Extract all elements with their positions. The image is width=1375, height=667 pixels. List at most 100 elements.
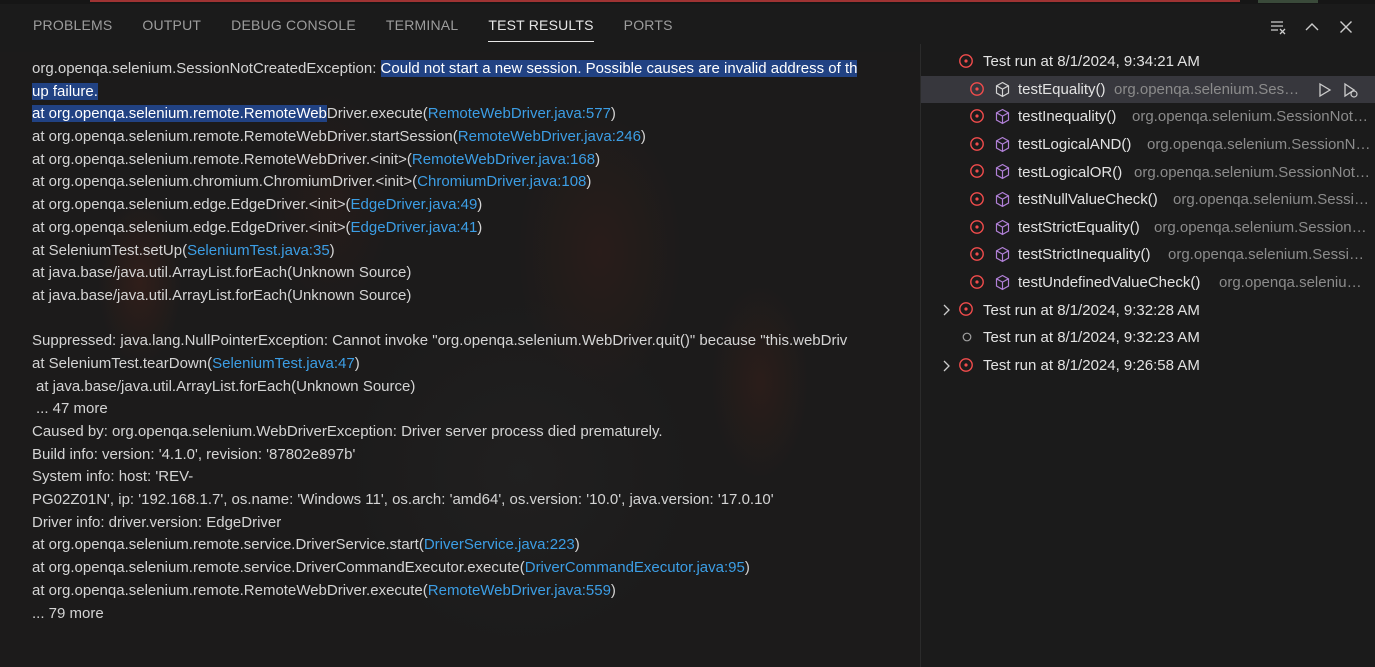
cube-icon bbox=[995, 164, 1010, 180]
tab-test-results[interactable]: TEST RESULTS bbox=[488, 14, 594, 42]
test-error-message: org.openqa.selenium.Sessi... bbox=[1114, 80, 1304, 98]
test-name: testStrictInequality() bbox=[1018, 246, 1151, 264]
test-run-item[interactable]: Test run at 8/1/2024, 9:32:23 AM bbox=[921, 324, 1375, 352]
log-line: at SeleniumTest.setUp(SeleniumTest.java:… bbox=[32, 241, 335, 259]
test-error-message: org.openqa.selenium.... bbox=[1219, 274, 1372, 292]
tab-output[interactable]: OUTPUT bbox=[142, 14, 201, 42]
cube-icon bbox=[995, 191, 1010, 208]
test-run-label: Test run at 8/1/2024, 9:34:21 AM bbox=[983, 53, 1200, 71]
log-line: at org.openqa.selenium.remote.RemoteWebD… bbox=[32, 150, 601, 168]
run-icon[interactable] bbox=[1315, 81, 1333, 99]
tab-ports[interactable]: PORTS bbox=[624, 14, 673, 42]
chevron-right-icon[interactable] bbox=[939, 303, 953, 317]
source-link[interactable]: RemoteWebDriver.java:246 bbox=[458, 128, 641, 145]
log-line: up failure. bbox=[32, 81, 906, 104]
error-circle-icon bbox=[970, 109, 984, 124]
tab-terminal[interactable]: TERMINAL bbox=[386, 14, 458, 42]
log-line: at org.openqa.selenium.remote.service.Dr… bbox=[32, 536, 580, 554]
test-item[interactable]: testInequality() org.openqa.selenium.Ses… bbox=[921, 103, 1375, 131]
test-item-actions bbox=[1315, 81, 1359, 99]
error-circle-icon bbox=[970, 219, 984, 234]
test-item[interactable]: testStrictInequality() org.openqa.seleni… bbox=[921, 241, 1375, 269]
source-link[interactable]: SeleniumTest.java:47 bbox=[212, 355, 355, 372]
close-panel-button[interactable] bbox=[1335, 16, 1357, 38]
error-circle-icon bbox=[959, 54, 973, 68]
source-link[interactable]: EdgeDriver.java:41 bbox=[351, 219, 478, 236]
error-circle-icon bbox=[970, 192, 984, 206]
log-blank-line bbox=[32, 308, 906, 331]
source-link[interactable]: SeleniumTest.java:35 bbox=[187, 242, 330, 259]
source-link[interactable]: RemoteWebDriver.java:559 bbox=[428, 582, 611, 599]
test-run-item[interactable]: Test run at 8/1/2024, 9:26:58 AM bbox=[921, 352, 1375, 380]
log-line: System info: host: 'REV- bbox=[32, 468, 194, 486]
test-name: testEquality() bbox=[1018, 80, 1106, 98]
source-link[interactable]: RemoteWebDriver.java:577 bbox=[428, 105, 611, 122]
tab-problems[interactable]: PROBLEMS bbox=[33, 14, 112, 42]
debug-icon[interactable] bbox=[1341, 81, 1359, 99]
log-line: at org.openqa.selenium.edge.EdgeDriver.<… bbox=[32, 218, 483, 236]
log-line: at org.openqa.selenium.remote.RemoteWebD… bbox=[32, 105, 616, 123]
test-error-message: org.openqa.selenium.SessionNot... bbox=[1147, 136, 1372, 154]
test-item[interactable]: testEquality() org.openqa.selenium.Sessi… bbox=[921, 75, 1375, 104]
chevron-right-icon[interactable] bbox=[939, 359, 953, 373]
selected-text: up failure. bbox=[32, 82, 98, 100]
test-run-item[interactable]: Test run at 8/1/2024, 9:32:28 AM bbox=[921, 296, 1375, 324]
test-error-message: org.openqa.selenium.Session... bbox=[1173, 191, 1372, 209]
error-circle-icon bbox=[959, 302, 973, 317]
maximize-panel-button[interactable] bbox=[1301, 16, 1323, 38]
clear-results-button[interactable] bbox=[1267, 16, 1289, 38]
log-line: at org.openqa.selenium.remote.RemoteWebD… bbox=[32, 128, 646, 146]
log-line: at org.openqa.selenium.remote.service.Dr… bbox=[32, 559, 750, 577]
log-line: Build info: version: '4.1.0', revision: … bbox=[32, 445, 356, 463]
test-run-label: Test run at 8/1/2024, 9:32:23 AM bbox=[983, 329, 1200, 347]
tab-debug-console[interactable]: DEBUG CONSOLE bbox=[231, 14, 356, 42]
stack-trace[interactable]: org.openqa.selenium.SessionNotCreatedExc… bbox=[32, 58, 906, 625]
log-line: Suppressed: java.lang.NullPointerExcepti… bbox=[32, 332, 848, 350]
selected-text: Could not start a new session. Possible … bbox=[380, 60, 858, 77]
test-item[interactable]: testStrictEquality() org.openqa.selenium… bbox=[921, 214, 1375, 242]
source-link[interactable]: RemoteWebDriver.java:168 bbox=[412, 151, 595, 168]
log-line: at java.base/java.util.ArrayList.forEach… bbox=[36, 377, 416, 395]
log-line: at org.openqa.selenium.chromium.Chromium… bbox=[32, 173, 592, 191]
test-name: testUndefinedValueCheck() bbox=[1018, 274, 1201, 292]
test-name: testNullValueCheck() bbox=[1018, 191, 1158, 209]
source-link[interactable]: ChromiumDriver.java:108 bbox=[417, 173, 586, 190]
log-line: at java.base/java.util.ArrayList.forEach… bbox=[32, 286, 412, 304]
close-icon bbox=[1340, 21, 1352, 33]
chevron-up-icon bbox=[1305, 23, 1319, 31]
log-line: at SeleniumTest.tearDown(SeleniumTest.ja… bbox=[32, 354, 360, 372]
panel-actions bbox=[1267, 16, 1357, 38]
cube-icon bbox=[995, 219, 1010, 235]
log-line: org.openqa.selenium.SessionNotCreatedExc… bbox=[32, 60, 858, 77]
test-output-pane[interactable]: org.openqa.selenium.SessionNotCreatedExc… bbox=[0, 52, 920, 667]
test-error-message: org.openqa.selenium.SessionNotCr... bbox=[1134, 163, 1372, 181]
test-name: testStrictEquality() bbox=[1018, 218, 1140, 236]
panel-tabs: PROBLEMS OUTPUT DEBUG CONSOLE TERMINAL T… bbox=[18, 14, 688, 42]
log-line: at org.openqa.selenium.edge.EdgeDriver.<… bbox=[32, 196, 483, 214]
test-error-message: org.openqa.selenium.SessionNotCr... bbox=[1132, 108, 1372, 126]
test-item[interactable]: testLogicalOR() org.openqa.selenium.Sess… bbox=[921, 158, 1375, 186]
test-item[interactable]: testLogicalAND() org.openqa.selenium.Ses… bbox=[921, 131, 1375, 159]
unset-circle-icon bbox=[962, 332, 972, 342]
selected-text: at org.openqa.selenium.remote.RemoteWeb bbox=[32, 105, 327, 123]
source-link[interactable]: DriverService.java:223 bbox=[424, 536, 575, 553]
source-link[interactable]: EdgeDriver.java:49 bbox=[351, 196, 478, 213]
log-line: at java.base/java.util.ArrayList.forEach… bbox=[32, 264, 412, 282]
error-circle-icon bbox=[970, 136, 984, 151]
test-name: testLogicalAND() bbox=[1018, 136, 1132, 154]
source-link[interactable]: DriverCommandExecutor.java:95 bbox=[525, 559, 745, 576]
test-run-label: Test run at 8/1/2024, 9:26:58 AM bbox=[983, 356, 1200, 374]
panel-header: PROBLEMS OUTPUT DEBUG CONSOLE TERMINAL T… bbox=[0, 0, 1375, 52]
test-results-tree: Test run at 8/1/2024, 9:34:21 AM testEqu… bbox=[921, 48, 1375, 379]
log-line: ... 47 more bbox=[36, 400, 108, 418]
test-item[interactable]: testNullValueCheck() org.openqa.selenium… bbox=[921, 186, 1375, 214]
test-item[interactable]: testUndefinedValueCheck() org.openqa.sel… bbox=[921, 269, 1375, 297]
cube-icon bbox=[995, 136, 1010, 152]
error-circle-icon bbox=[970, 247, 984, 262]
log-line: Driver info: driver.version: EdgeDriver bbox=[32, 513, 282, 531]
error-circle-icon bbox=[970, 274, 984, 289]
error-circle-icon bbox=[970, 81, 984, 96]
log-line: PG02Z01N', ip: '192.168.1.7', os.name: '… bbox=[32, 491, 774, 509]
test-run-item[interactable]: Test run at 8/1/2024, 9:34:21 AM bbox=[921, 48, 1375, 76]
error-circle-icon bbox=[970, 164, 984, 179]
